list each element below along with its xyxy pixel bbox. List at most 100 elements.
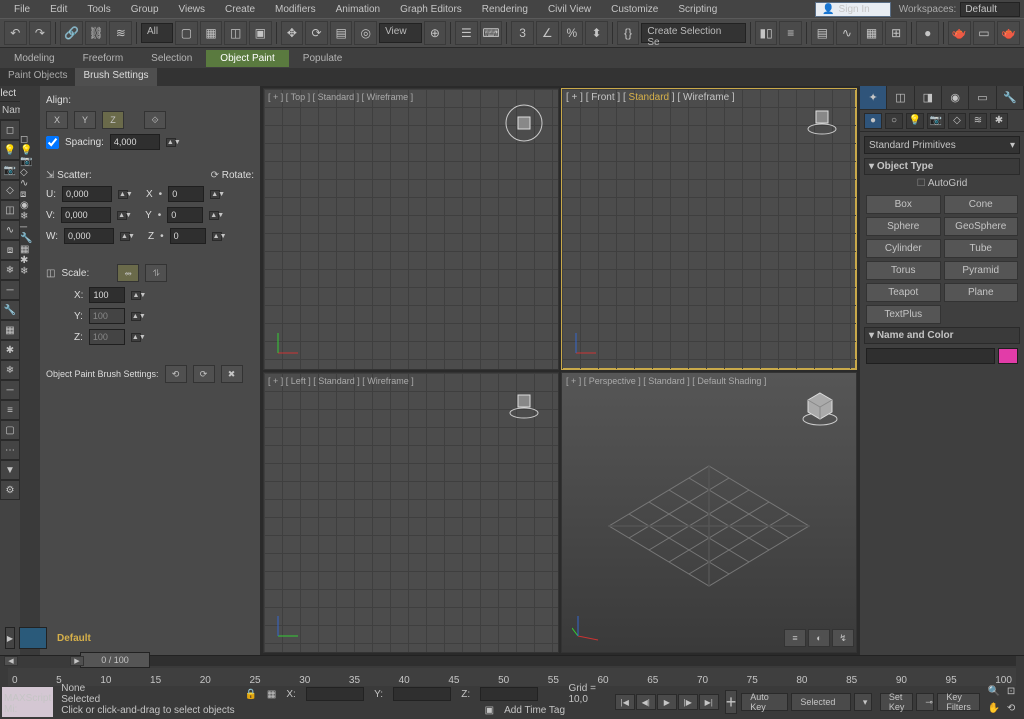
subtab-paintobjects[interactable]: Paint Objects [0, 68, 75, 86]
ribbon-populate[interactable]: Populate [289, 50, 356, 67]
bone-icon[interactable]: ⧈ [0, 240, 20, 260]
disp1-icon[interactable]: ◻ [20, 134, 40, 145]
disp9-icon[interactable]: 🔧 [20, 233, 40, 244]
primitive-dropdown[interactable]: Standard Primitives▾ [864, 136, 1020, 154]
menu-civilview[interactable]: Civil View [538, 2, 601, 17]
menu-rendering[interactable]: Rendering [472, 2, 538, 17]
zoom-all-icon[interactable]: ⊡ [1007, 686, 1024, 702]
menu-scripting[interactable]: Scripting [668, 2, 727, 17]
move-button[interactable]: ✥ [281, 21, 304, 45]
gear-icon[interactable]: ⚙ [0, 480, 20, 500]
rollout-namecolor[interactable]: ▾ Name and Color [864, 327, 1020, 344]
motion-tab[interactable]: ◉ [942, 86, 969, 109]
layer-name[interactable]: Default [47, 633, 101, 644]
more-icon[interactable]: ⋯ [0, 440, 20, 460]
menu-edit[interactable]: Edit [40, 2, 77, 17]
angle-snap-button[interactable]: ∠ [536, 21, 559, 45]
utilities-tab[interactable]: 🔧 [997, 86, 1024, 109]
time-ruler[interactable]: 0510152025303540455055606570758085909510… [8, 668, 1016, 686]
obj-box[interactable]: Box [866, 195, 941, 214]
rotate-x[interactable]: 0 [168, 186, 204, 202]
autokey-button[interactable]: Auto Key [741, 693, 788, 711]
disp2-icon[interactable]: 💡 [20, 145, 40, 156]
viewcube-persp[interactable] [798, 387, 842, 431]
spacing-spinner[interactable]: ▲▼ [166, 138, 176, 147]
ribbon-selection[interactable]: Selection [137, 50, 206, 67]
viewcube-front[interactable] [802, 103, 842, 143]
editnamed-button[interactable]: {} [617, 21, 640, 45]
menu-animation[interactable]: Animation [326, 2, 390, 17]
align-opt-icon[interactable]: ⟐ [144, 111, 166, 129]
snap-button[interactable]: 3 [511, 21, 534, 45]
layer-color-icon[interactable] [19, 627, 47, 649]
pivot-button[interactable]: ⊕ [424, 21, 447, 45]
box-icon[interactable]: ▢ [0, 420, 20, 440]
geometry-icon[interactable]: ● [864, 113, 882, 129]
material-editor-button[interactable]: ● [916, 21, 939, 45]
brush-opt3[interactable]: ✖ [221, 365, 243, 383]
subtab-brushsettings[interactable]: Brush Settings [75, 68, 156, 86]
select-region-button[interactable]: ◫ [224, 21, 247, 45]
grid-icon[interactable]: ▦ [0, 320, 20, 340]
scale-mode-1[interactable]: ⥈ [117, 264, 139, 282]
display-tab[interactable]: ▭ [969, 86, 996, 109]
ribbon-freeform[interactable]: Freeform [69, 50, 138, 67]
vp-persp-label[interactable]: [ + ] [ Perspective ] [ Standard ] [ Def… [566, 376, 766, 386]
disp3-icon[interactable]: 📷 [20, 156, 40, 167]
disp5-icon[interactable]: ∿ [20, 178, 40, 189]
bulb-icon[interactable]: 💡 [0, 140, 20, 160]
expand-icon[interactable]: ▶ [5, 627, 15, 649]
scatter-u[interactable]: 0,000 [62, 186, 112, 202]
obj-textplus[interactable]: TextPlus [866, 305, 941, 324]
viewcube-left[interactable] [504, 387, 544, 427]
rollout-objecttype[interactable]: ▾ Object Type [864, 158, 1020, 175]
menu-customize[interactable]: Customize [601, 2, 668, 17]
lock-icon[interactable]: 🔒 [244, 689, 256, 700]
helpers-icon[interactable]: ◇ [948, 113, 966, 129]
snow-icon[interactable]: ❄ [0, 260, 20, 280]
undo-button[interactable]: ↶ [4, 21, 27, 45]
mirror-button[interactable]: ▮▯ [755, 21, 778, 45]
signin-button[interactable]: 👤Sign In [815, 2, 891, 17]
layer-btn1[interactable]: ≡ [784, 629, 806, 647]
rotate-z[interactable]: 0 [170, 228, 206, 244]
menu-create[interactable]: Create [215, 2, 265, 17]
track-left[interactable]: ◀ [4, 656, 18, 666]
create-tab[interactable]: ✦ [860, 86, 887, 109]
viewcube-top[interactable] [504, 103, 544, 143]
scale-mode-2[interactable]: ⥮ [145, 264, 167, 282]
time-slider[interactable]: 0 / 100 [80, 652, 150, 668]
toggle-icon[interactable]: ◻ [0, 120, 20, 140]
menu-views[interactable]: Views [169, 2, 216, 17]
v-spinner[interactable]: ▲▼ [117, 211, 127, 220]
layer-btn3[interactable]: ↯ [832, 629, 854, 647]
object-name-input[interactable] [866, 348, 995, 364]
orbit-icon[interactable]: ⟲ [1007, 703, 1024, 719]
select-button[interactable]: ▢ [175, 21, 198, 45]
obj-cylinder[interactable]: Cylinder [866, 239, 941, 258]
workspace-value[interactable]: Default [960, 2, 1020, 17]
shape-icon[interactable]: ◫ [0, 200, 20, 220]
keyfilters-button[interactable]: Key Filters [937, 693, 980, 711]
scatter-v[interactable]: 0,000 [61, 207, 111, 223]
keymode-dropdown[interactable]: Selected [791, 693, 850, 711]
schematic-button[interactable]: ⊞ [885, 21, 908, 45]
spacing-checkbox[interactable] [46, 136, 59, 149]
camera-icon[interactable]: 📷 [0, 160, 20, 180]
workspace-selector[interactable]: Workspaces: Default [899, 2, 1020, 17]
wrench-icon[interactable]: 🔧 [0, 300, 20, 320]
scale-x[interactable]: 100 [89, 287, 125, 303]
menu-group[interactable]: Group [121, 2, 169, 17]
vp-front-label[interactable]: [ + ] [ Front ] [ Standard ] [ Wireframe… [566, 92, 735, 103]
prev-frame[interactable]: ◀| [636, 694, 656, 710]
layer-btn2[interactable]: ◐ [808, 629, 830, 647]
vp-top-label[interactable]: [ + ] [ Top ] [ Standard ] [ Wireframe ] [268, 92, 413, 102]
unlink-button[interactable]: ⛓ [85, 21, 108, 45]
rz-spinner[interactable]: ▲▼ [212, 232, 222, 241]
brush-opt2[interactable]: ⟳ [193, 365, 215, 383]
helper-icon[interactable]: ◇ [0, 180, 20, 200]
disp10-icon[interactable]: ▦ [20, 244, 40, 255]
rotate-y[interactable]: 0 [167, 207, 203, 223]
systems-icon[interactable]: ✱ [990, 113, 1008, 129]
bind-button[interactable]: ≋ [109, 21, 132, 45]
